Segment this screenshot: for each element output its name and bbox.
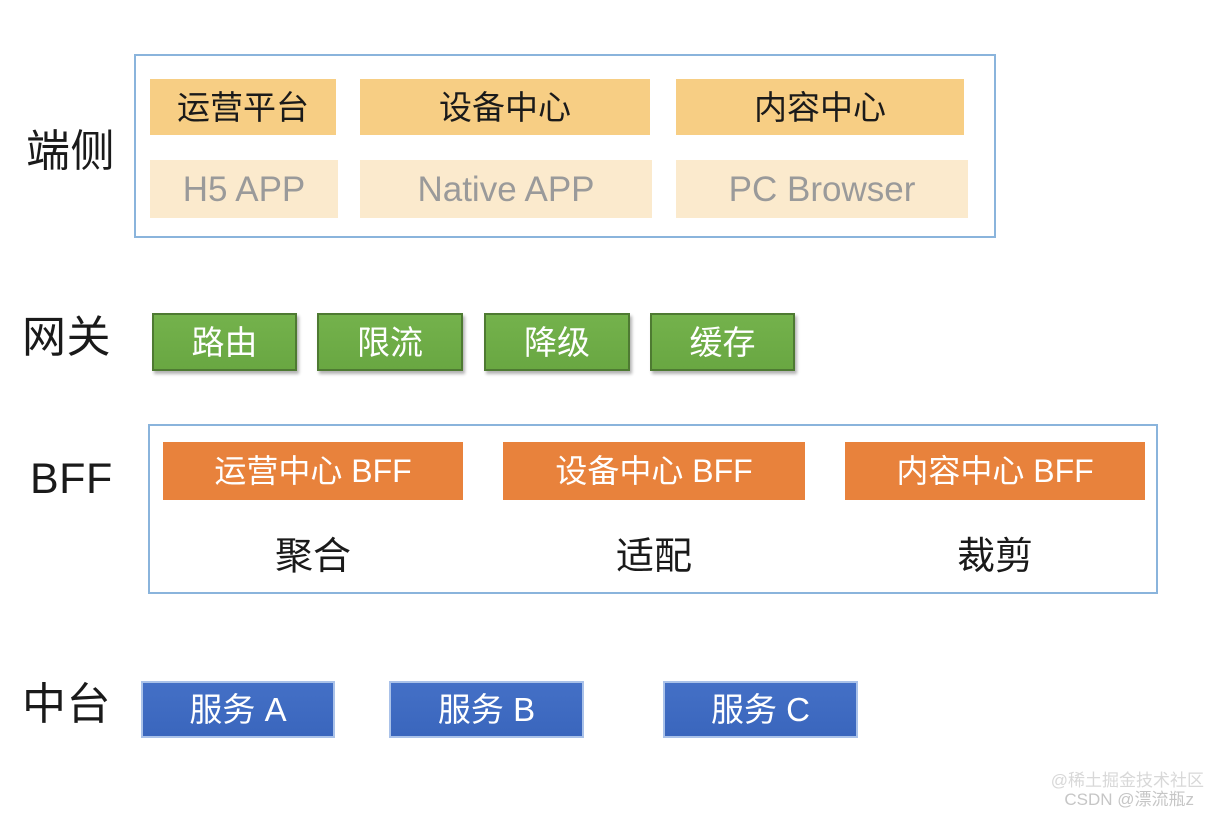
midend-service-c[interactable]: 服务 C	[663, 681, 858, 738]
client-app-content-center[interactable]: 内容中心	[676, 79, 964, 135]
bff-caption-aggregate: 聚合	[274, 536, 351, 578]
architecture-diagram: 端侧 运营平台 设备中心 内容中心 H5 APP Native APP PC B…	[0, 0, 1218, 816]
tier-label-midend: 中台	[22, 680, 111, 729]
bff-service-content-center[interactable]: 内容中心 BFF	[845, 442, 1145, 500]
bff-caption-adapt: 适配	[615, 536, 692, 578]
tier-label-gateway: 网关	[22, 313, 111, 362]
bff-caption-trim: 裁剪	[956, 536, 1033, 578]
tier-label-client: 端侧	[26, 127, 115, 176]
watermark-juejin: @稀土掘金技术社区	[1050, 771, 1204, 790]
midend-service-b[interactable]: 服务 B	[389, 681, 584, 738]
bff-service-ops-center[interactable]: 运营中心 BFF	[163, 442, 463, 500]
client-device-h5-app[interactable]: H5 APP	[150, 160, 338, 218]
client-app-device-center[interactable]: 设备中心	[360, 79, 650, 135]
gateway-capability-degrade[interactable]: 降级	[484, 313, 630, 371]
tier-label-bff: BFF	[30, 455, 113, 503]
midend-service-a[interactable]: 服务 A	[141, 681, 335, 738]
gateway-capability-rate-limit[interactable]: 限流	[317, 313, 463, 371]
client-device-native-app[interactable]: Native APP	[360, 160, 652, 218]
watermark-csdn: CSDN @漂流瓶z	[1064, 790, 1194, 809]
bff-service-device-center[interactable]: 设备中心 BFF	[503, 442, 805, 500]
client-app-ops-platform[interactable]: 运营平台	[150, 79, 336, 135]
client-device-pc-browser[interactable]: PC Browser	[676, 160, 968, 218]
gateway-capability-cache[interactable]: 缓存	[650, 313, 795, 371]
gateway-capability-route[interactable]: 路由	[152, 313, 297, 371]
